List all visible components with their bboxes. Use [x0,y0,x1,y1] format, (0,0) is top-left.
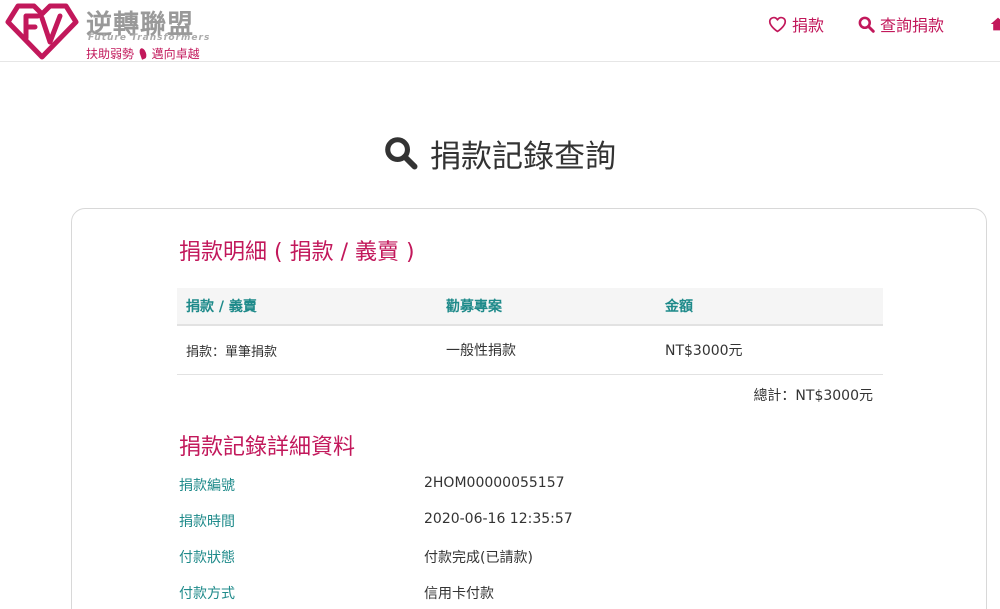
site-header: 逆轉聯盟 Future Transformers 扶助弱勢 邁向卓越 捐款 查詢… [0,0,1000,62]
slogan-left: 扶助弱勢 [86,47,135,61]
cell-project: 一般性捐款 [446,343,516,359]
nav-donate-label: 捐款 [792,16,825,35]
value-donation-number: 2HOM00000055157 [424,475,565,491]
value-payment-status: 付款完成(已請款) [424,550,533,566]
page-title: 捐款記錄查詢 [0,130,1000,176]
column-header-amount: 金額 [665,299,693,315]
logo-slogan: 扶助弱勢 邁向卓越 [86,45,200,62]
table-header: 捐款 / 義賣 勸募專案 金額 [177,288,883,326]
cell-amount: NT$3000元 [665,343,743,359]
top-nav: 捐款 查詢捐款 [768,12,1000,36]
drop-icon [138,47,148,60]
cell-type: 捐款：單筆捐款 [186,344,278,360]
home-icon [990,17,1000,31]
slogan-right: 邁向卓越 [151,47,200,61]
search-icon [385,137,418,170]
search-icon [858,16,875,33]
details-section-title: 捐款明細 ( 捐款 / 義賣 ) [179,240,415,265]
site-logo[interactable]: 逆轉聯盟 Future Transformers 扶助弱勢 邁向卓越 [4,2,234,62]
donation-total: 總計：NT$3000元 [753,388,873,404]
label-donation-time: 捐款時間 [179,514,235,530]
donation-details-table: 捐款 / 義賣 勸募專案 金額 捐款：單筆捐款 一般性捐款 NT$3000元 [177,288,883,375]
value-donation-time: 2020-06-16 12:35:57 [424,511,573,527]
logo-name-en: Future Transformers [88,33,211,43]
nav-donate[interactable]: 捐款 [768,12,824,36]
value-payment-method: 信用卡付款 [424,586,494,602]
nav-search-donation[interactable]: 查詢捐款 [858,12,944,36]
label-donation-number: 捐款編號 [179,478,235,494]
record-section-title: 捐款記錄詳細資料 [179,435,356,460]
table-row: 捐款：單筆捐款 一般性捐款 NT$3000元 [177,326,883,375]
page-title-text: 捐款記錄查詢 [430,138,616,175]
logo-heart-icon [5,3,79,60]
nav-home[interactable] [990,16,1000,32]
column-header-project: 勸募專案 [446,299,502,315]
label-payment-status: 付款狀態 [179,550,235,566]
heart-icon [768,16,787,32]
column-header-type: 捐款 / 義賣 [186,299,257,315]
donation-record-card: 捐款明細 ( 捐款 / 義賣 ) 捐款 / 義賣 勸募專案 金額 捐款：單筆捐款… [71,208,987,609]
label-payment-method: 付款方式 [179,586,235,602]
nav-search-label: 查詢捐款 [880,16,945,35]
